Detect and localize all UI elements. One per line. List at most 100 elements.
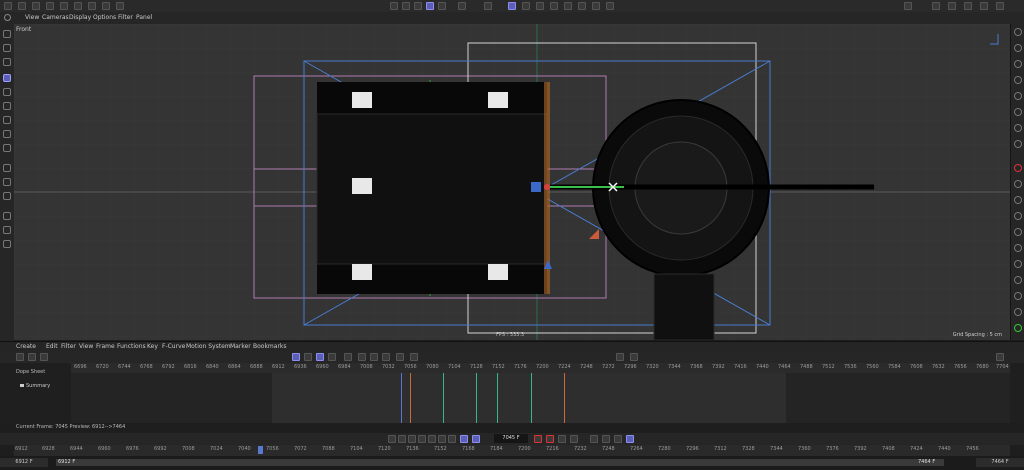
tl-layout-icon[interactable] <box>16 353 24 361</box>
light-object-icon[interactable] <box>1014 244 1022 252</box>
tl-menu-create[interactable]: Create <box>16 343 36 351</box>
null-icon[interactable] <box>1014 140 1022 148</box>
navigation-icon[interactable] <box>932 2 940 10</box>
render-settings-icon[interactable] <box>414 2 422 10</box>
key-marker[interactable] <box>476 373 477 423</box>
sweep-icon[interactable] <box>1014 108 1022 116</box>
tl-magnet-icon[interactable] <box>616 353 624 361</box>
subdivision-icon[interactable] <box>508 2 516 10</box>
undo-icon[interactable] <box>4 2 12 10</box>
key-marker[interactable] <box>443 373 444 423</box>
extrude-icon[interactable] <box>3 144 11 152</box>
key-pla-icon[interactable] <box>626 435 634 443</box>
render-region-icon[interactable] <box>402 2 410 10</box>
tl-frame-sel-icon[interactable] <box>370 353 378 361</box>
cube-icon[interactable] <box>484 2 492 10</box>
spline-icon[interactable] <box>522 2 530 10</box>
magnet-icon[interactable] <box>3 192 11 200</box>
key-marker[interactable] <box>497 373 498 423</box>
tl-frame-all-icon[interactable] <box>358 353 366 361</box>
frame-ruler[interactable]: 6912 6928 6944 6960 6976 6992 7008 7024 … <box>14 445 1010 456</box>
brush-icon[interactable] <box>3 164 11 172</box>
redo-icon[interactable] <box>18 2 26 10</box>
primitive-icon[interactable] <box>1014 28 1022 36</box>
timeline-ruler[interactable]: 6696 6720 6744 6768 6792 6816 6840 6864 … <box>71 363 1010 373</box>
tl-list-icon[interactable] <box>40 353 48 361</box>
key-marker[interactable] <box>410 373 411 423</box>
live-select-icon[interactable] <box>3 44 11 52</box>
polygon-icon[interactable] <box>1014 44 1022 52</box>
play-icon[interactable] <box>428 435 436 443</box>
light-icon[interactable] <box>606 2 614 10</box>
prev-key-icon[interactable] <box>398 435 406 443</box>
range-end-field[interactable]: 7464 F <box>976 458 1024 467</box>
generator-icon[interactable] <box>536 2 544 10</box>
key-rotation-icon[interactable] <box>590 435 598 443</box>
layout-icon[interactable] <box>904 2 912 10</box>
orbit-icon[interactable] <box>980 2 988 10</box>
transform-icon[interactable] <box>3 116 11 124</box>
menu-display[interactable]: Display <box>69 14 91 22</box>
lasso-icon[interactable] <box>3 58 11 66</box>
playhead[interactable] <box>401 373 402 423</box>
tl-menu-fcurve[interactable]: F-Curve <box>162 343 185 351</box>
rotate-tool-icon[interactable] <box>3 88 11 96</box>
floor-icon[interactable] <box>1014 196 1022 204</box>
play-reverse-icon[interactable] <box>418 435 426 443</box>
next-frame-icon[interactable] <box>438 435 446 443</box>
range-slider[interactable] <box>56 459 944 466</box>
mograph-icon[interactable] <box>1014 76 1022 84</box>
snap-icon[interactable] <box>426 2 434 10</box>
front-viewport[interactable]: Front FPS : 333.3 Grid Spacing : 5 cm <box>14 24 1010 340</box>
gizmo-center[interactable] <box>531 182 541 192</box>
dope-sheet-tracks[interactable] <box>71 373 1010 423</box>
tl-linear-icon[interactable] <box>396 353 404 361</box>
menu-view[interactable]: View <box>25 14 39 22</box>
key-param-icon[interactable] <box>614 435 622 443</box>
selection-icon[interactable] <box>3 30 11 38</box>
key-scale-icon[interactable] <box>602 435 610 443</box>
record-key-icon[interactable] <box>534 435 542 443</box>
pan-icon[interactable] <box>964 2 972 10</box>
key-marker[interactable] <box>564 373 565 423</box>
record-icon[interactable] <box>1014 164 1022 172</box>
object-mode-icon[interactable] <box>88 2 96 10</box>
workplane-icon[interactable] <box>458 2 466 10</box>
render-view-icon[interactable] <box>390 2 398 10</box>
menu-options[interactable]: Options <box>93 14 116 22</box>
gizmo-handle[interactable] <box>544 184 550 190</box>
material-icon[interactable] <box>3 240 11 248</box>
search-icon[interactable] <box>4 14 11 21</box>
text-icon[interactable] <box>1014 60 1022 68</box>
edges-mode-icon[interactable] <box>116 2 124 10</box>
rotate-icon[interactable] <box>60 2 68 10</box>
tl-motion-mode-icon[interactable] <box>316 353 324 361</box>
key-marker[interactable] <box>531 373 532 423</box>
maximize-icon[interactable] <box>996 2 1004 10</box>
scale-tool-icon[interactable] <box>3 102 11 110</box>
sculpt-icon[interactable] <box>3 226 11 234</box>
tl-ease-icon[interactable] <box>410 353 418 361</box>
area-light-icon[interactable] <box>1014 276 1022 284</box>
axis-icon[interactable] <box>438 2 446 10</box>
select-icon[interactable] <box>32 2 40 10</box>
tl-key-mode-icon[interactable] <box>292 353 300 361</box>
sky-icon[interactable] <box>1014 180 1022 188</box>
tl-fit-icon[interactable] <box>344 353 352 361</box>
key-position-icon[interactable] <box>570 435 578 443</box>
tl-dope-icon[interactable] <box>328 353 336 361</box>
menu-filter[interactable]: Filter <box>118 14 133 22</box>
tl-menu-motion-system[interactable]: Motion System <box>186 343 231 351</box>
tl-snap-icon[interactable] <box>630 353 638 361</box>
spot-light-icon[interactable] <box>1014 292 1022 300</box>
tl-keyframe-icon[interactable] <box>382 353 390 361</box>
field-icon[interactable] <box>564 2 572 10</box>
scale-icon[interactable] <box>74 2 82 10</box>
camera-icon[interactable] <box>592 2 600 10</box>
tl-split-icon[interactable] <box>28 353 36 361</box>
range-start-field[interactable]: 6912 F <box>0 458 48 467</box>
move-tool-icon[interactable] <box>3 74 11 82</box>
menu-panel[interactable]: Panel <box>136 14 152 22</box>
frame-field[interactable]: 7045 F <box>494 434 528 443</box>
autokey-icon[interactable] <box>546 435 554 443</box>
